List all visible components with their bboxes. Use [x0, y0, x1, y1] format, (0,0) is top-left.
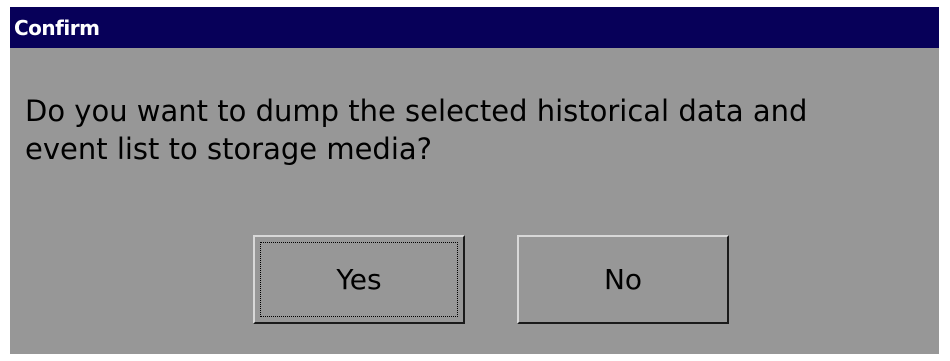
no-button[interactable]: No — [517, 235, 729, 324]
yes-button-label: Yes — [336, 263, 382, 296]
dialog-title: Confirm — [14, 15, 100, 40]
no-button-label: No — [603, 263, 643, 296]
confirm-dialog: Confirm Do you want to dump the selected… — [10, 7, 939, 354]
dialog-message: Do you want to dump the selected histori… — [25, 94, 808, 166]
dialog-titlebar[interactable]: Confirm — [10, 7, 939, 48]
yes-button[interactable]: Yes — [253, 235, 465, 324]
